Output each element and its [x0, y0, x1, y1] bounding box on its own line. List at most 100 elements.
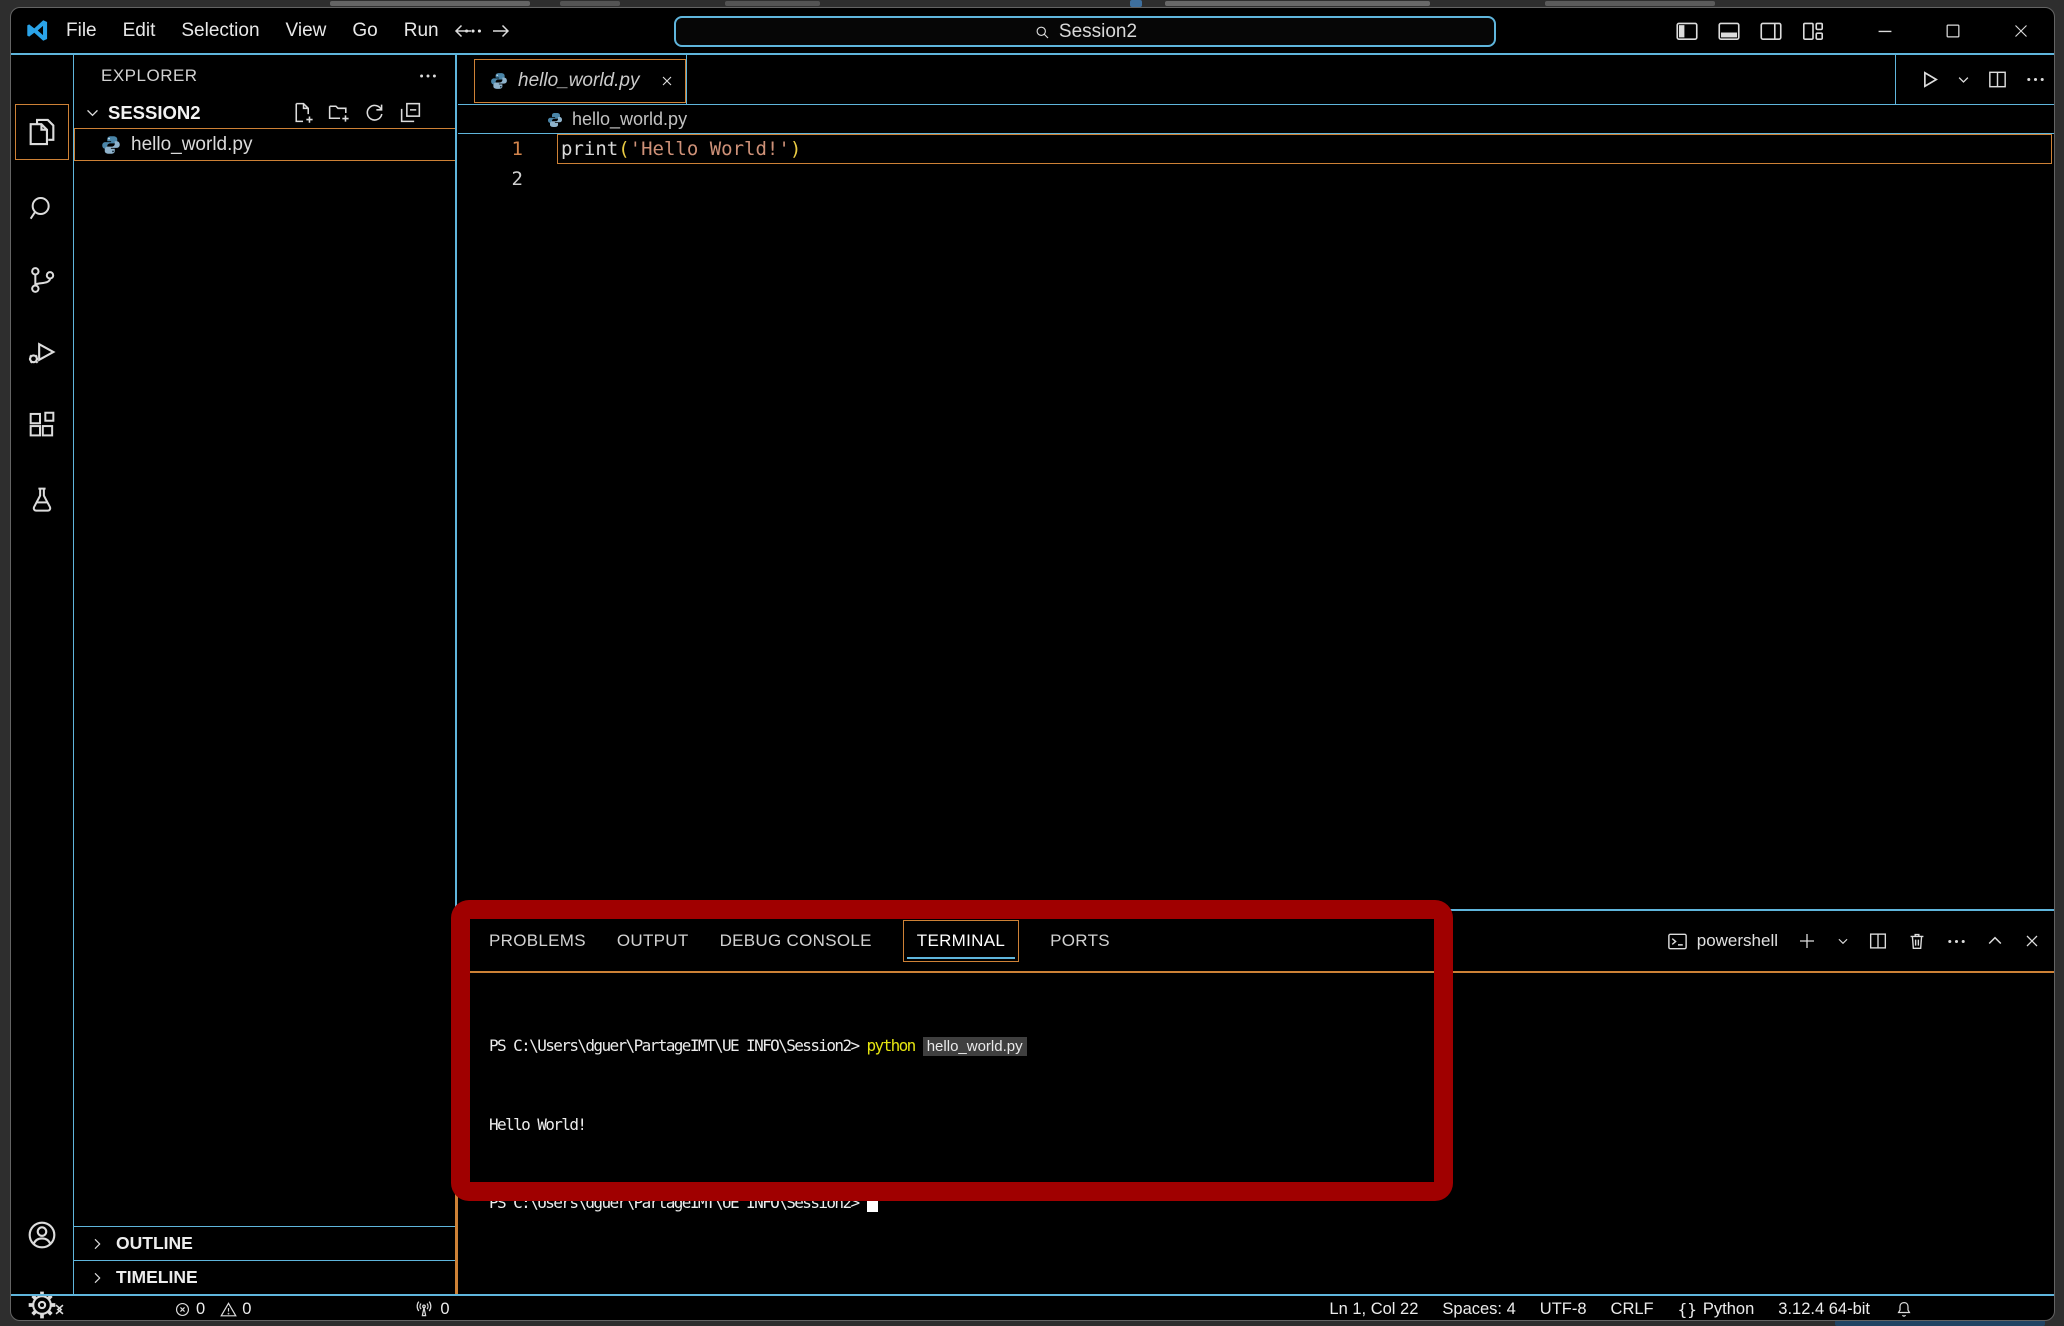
split-terminal-icon[interactable] — [1867, 930, 1889, 952]
language-label: Python — [1703, 1300, 1754, 1319]
run-debug-icon — [25, 335, 59, 369]
titlebar-controls — [1666, 8, 2054, 53]
encoding[interactable]: UTF-8 — [1540, 1300, 1587, 1319]
editor-tab-bar: hello_world.py — [458, 55, 2055, 105]
notifications-bell-icon[interactable] — [1894, 1299, 1914, 1319]
tab-ports[interactable]: PORTS — [1050, 931, 1110, 951]
problems-errors[interactable]: 0 — [173, 1300, 205, 1319]
terminal-output-text: Hello World! — [489, 1115, 585, 1134]
activity-run-debug[interactable] — [11, 323, 73, 381]
background-window-artifact — [725, 1, 820, 6]
close-tab-icon[interactable] — [659, 73, 675, 89]
menu-file[interactable]: File — [53, 8, 110, 53]
menu-edit[interactable]: Edit — [110, 8, 169, 53]
python-file-icon — [547, 112, 563, 128]
new-folder-icon[interactable] — [326, 100, 351, 125]
error-icon — [173, 1300, 192, 1319]
split-editor-icon[interactable] — [1986, 68, 2009, 91]
menu-selection[interactable]: Selection — [168, 8, 272, 53]
close-panel-icon[interactable] — [2022, 931, 2042, 951]
maximize-button[interactable] — [1930, 8, 1976, 53]
python-file-icon — [490, 72, 508, 90]
file-name: hello_world.py — [131, 134, 252, 156]
forwarded-ports[interactable]: 0 — [414, 1299, 449, 1319]
terminal-toolbar: powershell — [1666, 911, 2042, 971]
activity-extensions[interactable] — [11, 396, 73, 454]
editor-content[interactable]: 1 print('Hello World!') 2 — [458, 134, 2055, 194]
search-icon — [1033, 23, 1051, 41]
terminal-prompt: PS C:\Users\dguer\PartageIMT\UE INFO\Ses… — [489, 1193, 859, 1212]
outline-section[interactable]: OUTLINE — [74, 1226, 457, 1260]
customize-layout-icon[interactable] — [1792, 8, 1834, 53]
run-dropdown-chevron-icon[interactable] — [1956, 72, 1971, 87]
tab-output[interactable]: OUTPUT — [617, 931, 689, 951]
chevron-right-icon — [89, 1270, 105, 1286]
run-python-file-icon[interactable] — [1916, 67, 1941, 92]
command-center-search[interactable]: Session2 — [674, 16, 1496, 47]
problems-warnings[interactable]: 0 — [219, 1300, 251, 1319]
python-interpreter[interactable]: 3.12.4 64-bit — [1778, 1300, 1870, 1319]
activity-source-control[interactable] — [11, 251, 73, 309]
breadcrumb[interactable]: hello_world.py — [458, 106, 2055, 134]
eol-sequence[interactable]: CRLF — [1611, 1300, 1654, 1319]
activity-explorer[interactable] — [15, 104, 69, 160]
activity-testing[interactable] — [11, 471, 73, 529]
shell-label[interactable]: powershell — [1697, 931, 1778, 951]
tab-terminal[interactable]: TERMINAL — [903, 920, 1019, 962]
toggle-primary-sidebar-icon[interactable] — [1666, 8, 1708, 53]
terminal-shell-icon — [1666, 930, 1689, 953]
activity-bar — [11, 55, 74, 1294]
timeline-section[interactable]: TIMELINE — [74, 1260, 457, 1294]
new-file-icon[interactable] — [290, 100, 315, 125]
activity-search[interactable] — [11, 179, 73, 237]
indentation[interactable]: Spaces: 4 — [1442, 1300, 1515, 1319]
account-icon[interactable] — [11, 1206, 73, 1264]
close-window-button[interactable] — [1998, 8, 2044, 53]
background-window-artifact — [560, 1, 620, 6]
menu-run[interactable]: Run — [391, 8, 452, 53]
ports-count: 0 — [440, 1300, 449, 1319]
minimize-button[interactable] — [1862, 8, 1908, 53]
language-mode[interactable]: {} Python — [1678, 1300, 1755, 1319]
maximize-panel-chevron-icon[interactable] — [1985, 931, 2005, 951]
statusbar-right: Ln 1, Col 22 Spaces: 4 UTF-8 CRLF {} Pyt… — [1329, 1299, 2054, 1319]
explorer-section-actions — [290, 100, 457, 125]
cursor-position[interactable]: Ln 1, Col 22 — [1329, 1300, 1418, 1319]
tab-separator — [686, 55, 687, 104]
toggle-secondary-sidebar-icon[interactable] — [1750, 8, 1792, 53]
vscode-window: File Edit Selection View Go Run Session2 — [10, 7, 2055, 1321]
breadcrumb-file: hello_world.py — [572, 109, 687, 130]
navigate-back-icon[interactable] — [451, 19, 475, 43]
new-terminal-icon[interactable] — [1795, 929, 1819, 953]
timeline-label: TIMELINE — [116, 1267, 198, 1288]
explorer-more-actions-icon[interactable] — [417, 65, 439, 87]
tab-problems[interactable]: PROBLEMS — [489, 931, 586, 951]
explorer-section-session2[interactable]: SESSION2 — [74, 97, 457, 128]
collapse-all-icon[interactable] — [398, 100, 423, 125]
braces-icon: {} — [1678, 1300, 1697, 1319]
terminal-dropdown-chevron-icon[interactable] — [1836, 934, 1850, 948]
menu-view[interactable]: View — [273, 8, 340, 53]
file-item-hello-world[interactable]: hello_world.py — [74, 128, 457, 161]
menu-go[interactable]: Go — [339, 8, 390, 53]
editor-more-actions-icon[interactable] — [2024, 68, 2047, 91]
panel-more-actions-icon[interactable] — [1945, 930, 1968, 953]
tab-debug-console[interactable]: DEBUG CONSOLE — [720, 931, 872, 951]
remote-indicator-icon[interactable] — [49, 1299, 70, 1320]
background-window-artifact — [1130, 0, 1142, 7]
line-number: 1 — [471, 138, 523, 160]
toggle-panel-icon[interactable] — [1708, 8, 1750, 53]
kill-terminal-trash-icon[interactable] — [1906, 930, 1928, 952]
explorer-header: EXPLORER — [74, 55, 457, 97]
tab-hello-world[interactable]: hello_world.py — [474, 59, 686, 103]
files-icon — [25, 115, 59, 149]
error-count: 0 — [196, 1300, 205, 1319]
terminal-line-3: PS C:\Users\dguer\PartageIMT\UE INFO\Ses… — [489, 1190, 1027, 1216]
terminal-output[interactable]: PS C:\Users\dguer\PartageIMT\UE INFO\Ses… — [489, 981, 1027, 1268]
explorer-sidebar: EXPLORER SESSION2 — [74, 55, 457, 1294]
sidebar-editor-border[interactable] — [455, 55, 457, 909]
navigate-forward-icon[interactable] — [489, 19, 513, 43]
background-window-artifact — [330, 1, 530, 6]
editor-toolbar — [1895, 55, 2047, 104]
refresh-icon[interactable] — [362, 100, 387, 125]
